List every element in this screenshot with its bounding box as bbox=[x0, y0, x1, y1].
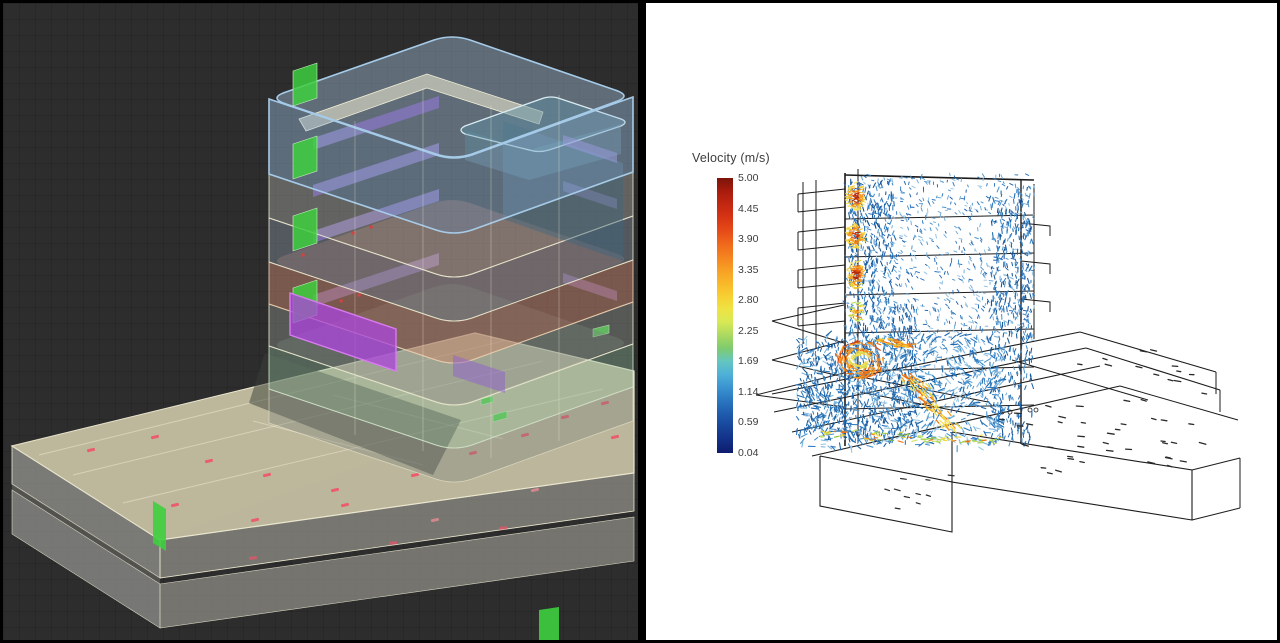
legend-tick: 1.69 bbox=[738, 356, 780, 367]
legend-title: Velocity (m/s) bbox=[692, 151, 770, 165]
cfd-result-panel: Velocity (m/s) 5.00 4.45 3.90 3.35 2.80 2.25 1… bbox=[646, 3, 1277, 640]
cfd-vector-plot bbox=[646, 3, 1277, 640]
screenshot-frame: Velocity (m/s) 5.00 4.45 3.90 3.35 2.80 2.25 1… bbox=[0, 0, 1280, 643]
velocity-colorbar bbox=[717, 178, 733, 453]
legend-tick: 5.00 bbox=[738, 173, 780, 184]
legend-tick: 3.90 bbox=[738, 234, 780, 245]
green-core-podium-left bbox=[153, 501, 166, 551]
legend-tick: 2.80 bbox=[738, 295, 780, 306]
tower bbox=[269, 37, 633, 482]
legend-tick: 0.59 bbox=[738, 417, 780, 428]
green-core-podium-bottom bbox=[539, 607, 559, 640]
legend-tick: 4.45 bbox=[738, 204, 780, 215]
legend-tick: 0.04 bbox=[738, 448, 780, 459]
building-3d-model bbox=[3, 3, 638, 640]
model-viewport-panel bbox=[3, 3, 638, 640]
legend-tick: 2.25 bbox=[738, 326, 780, 337]
legend-tick: 1.14 bbox=[738, 387, 780, 398]
legend-tick: 3.35 bbox=[738, 265, 780, 276]
